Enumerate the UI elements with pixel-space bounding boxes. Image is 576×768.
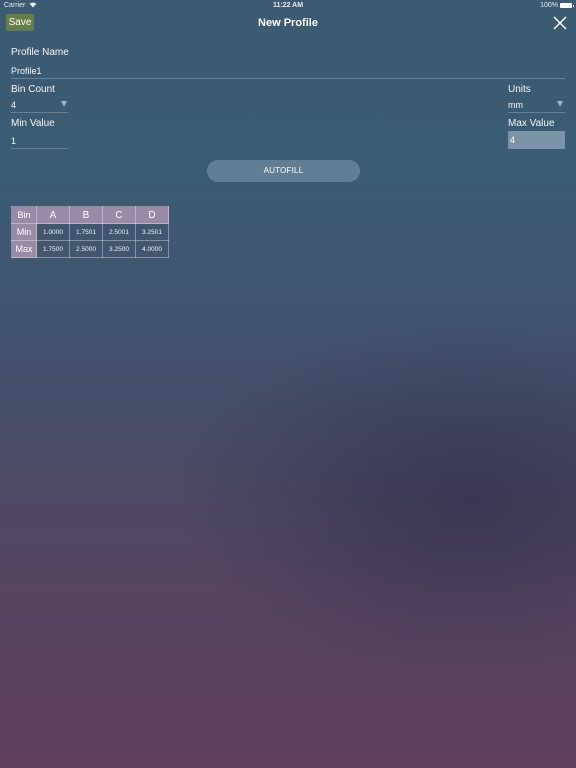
units-dropdown-icon[interactable] (557, 101, 563, 107)
bin-count-dropdown-icon[interactable] (61, 101, 67, 107)
units-select[interactable]: mm (508, 100, 523, 110)
status-time: 11:22 AM (272, 2, 304, 9)
table-row: Min 1.0000 1.7501 2.5001 3.2501 (11, 223, 169, 241)
bin-count-select[interactable]: 4 (11, 100, 16, 110)
table-row: Max 1.7500 2.5000 3.2500 4.0000 (11, 240, 169, 258)
table-cell[interactable]: 3.2500 (102, 240, 136, 258)
profile-name-underline (11, 78, 565, 79)
profile-name-label: Profile Name (11, 47, 69, 58)
page-title: New Profile (258, 17, 318, 29)
max-value-input[interactable]: 4 (508, 131, 565, 149)
battery-icon (560, 3, 574, 8)
table-cell[interactable]: 2.5000 (69, 240, 103, 258)
table-cell[interactable]: 1.7500 (36, 240, 70, 258)
table-cell[interactable]: 2.5001 (102, 223, 136, 241)
min-value-label: Min Value (11, 118, 55, 129)
table-corner-header: Bin (11, 206, 37, 224)
max-value-label: Max Value (508, 118, 555, 129)
bin-table: Bin A B C D Min 1.0000 1.7501 2.5001 3.2… (11, 206, 169, 258)
table-cell[interactable]: 3.2501 (135, 223, 169, 241)
autofill-button[interactable]: AUTOFILL (207, 160, 360, 182)
table-cell[interactable]: 4.0000 (135, 240, 169, 258)
status-bar: Carrier 11:22 AM 100% (0, 0, 576, 12)
units-underline (508, 112, 565, 113)
table-cell[interactable]: 1.0000 (36, 223, 70, 241)
table-column-header: B (69, 206, 103, 224)
table-cell[interactable]: 1.7501 (69, 223, 103, 241)
units-label: Units (508, 84, 531, 95)
min-value-input[interactable]: 1 (11, 136, 16, 146)
battery-percent: 100% (540, 2, 558, 9)
bin-count-label: Bin Count (11, 84, 55, 95)
table-header-row: Bin A B C D (11, 206, 169, 224)
table-column-header: A (36, 206, 70, 224)
table-column-header: D (135, 206, 169, 224)
table-row-header: Min (11, 223, 37, 241)
table-column-header: C (102, 206, 136, 224)
close-icon[interactable] (552, 15, 568, 31)
min-value-underline (11, 148, 68, 149)
profile-name-input[interactable]: Profile1 (11, 66, 42, 76)
bin-count-underline (11, 112, 68, 113)
table-row-header: Max (11, 240, 37, 258)
